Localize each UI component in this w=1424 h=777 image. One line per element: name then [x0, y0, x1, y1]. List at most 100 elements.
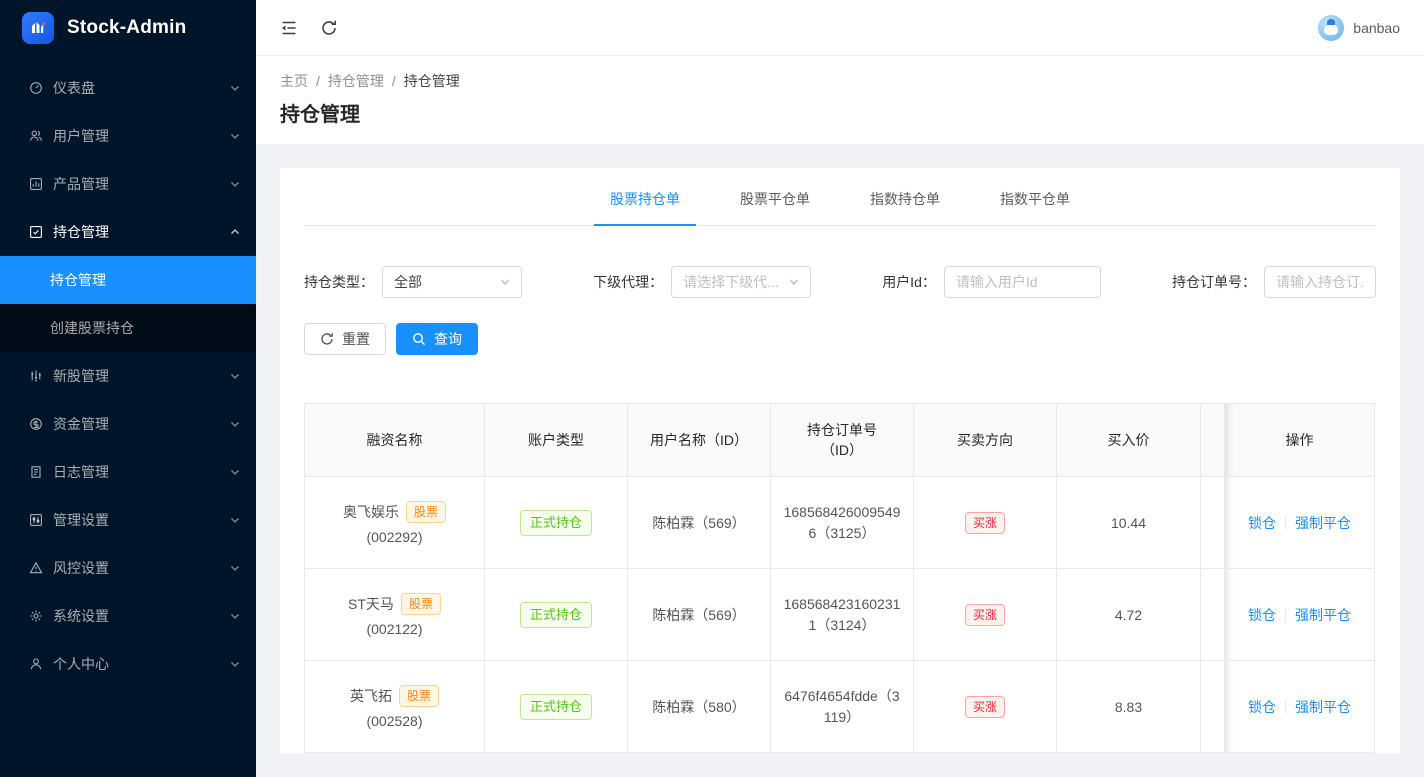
- cell-account-type: [485, 753, 628, 754]
- filter-sub-agent: 下级代理： 请选择下级代...: [593, 266, 811, 298]
- action-link-强制平仓[interactable]: 强制平仓: [1295, 513, 1351, 533]
- caret-up-icon: [230, 227, 240, 237]
- column-header: 账户类型: [485, 404, 628, 477]
- sidebar-item-dashboard[interactable]: 仪表盘: [0, 64, 256, 112]
- stock-type-tag: 股票: [401, 593, 441, 615]
- cell-spacer: [1201, 753, 1225, 754]
- reset-button[interactable]: 重置: [304, 323, 386, 355]
- action-link-锁仓[interactable]: 锁仓: [1248, 513, 1276, 533]
- breadcrumb-item[interactable]: 持仓管理: [328, 71, 384, 91]
- query-button[interactable]: 查询: [396, 323, 478, 355]
- sidebar-item-label: 个人中心: [53, 654, 230, 674]
- caret-down-icon: [230, 179, 240, 189]
- sidebar-item-products[interactable]: 产品管理: [0, 160, 256, 208]
- action-link-锁仓[interactable]: 锁仓: [1248, 605, 1276, 625]
- position-type-select[interactable]: 全部: [382, 266, 522, 298]
- breadcrumb-separator: /: [316, 73, 320, 89]
- sidebar-item-risk[interactable]: 风控设置: [0, 544, 256, 592]
- tabs-bar: 股票持仓单股票平仓单指数持仓单指数平仓单: [304, 168, 1376, 226]
- sidebar-submenu: 持仓管理创建股票持仓: [0, 256, 256, 352]
- cell-actions: 锁仓强制平仓: [1225, 569, 1375, 661]
- sidebar-item-label: 产品管理: [53, 174, 230, 194]
- content: 股票持仓单股票平仓单指数持仓单指数平仓单 持仓类型： 全部 下级代理： 请选择下…: [256, 144, 1424, 777]
- caret-down-icon: [230, 371, 240, 381]
- sub-agent-label: 下级代理：: [593, 272, 663, 292]
- cell-direction: 买涨: [914, 661, 1057, 753]
- sidebar-item-funds[interactable]: 资金管理: [0, 400, 256, 448]
- cell-account-type: 正式持仓: [485, 661, 628, 753]
- refresh-icon[interactable]: [320, 19, 338, 37]
- menu-fold-icon[interactable]: [280, 19, 298, 37]
- app-title: Stock-Admin: [67, 17, 186, 39]
- cell-account-type: 正式持仓: [485, 477, 628, 569]
- sub-agent-select[interactable]: 请选择下级代...: [671, 266, 811, 298]
- sidebar-item-positions[interactable]: 持仓管理: [0, 208, 256, 256]
- submenu-item[interactable]: 持仓管理: [0, 256, 256, 304]
- column-header: [1201, 404, 1225, 477]
- chevron-down-icon: [500, 277, 510, 287]
- direction-tag: 买涨: [965, 512, 1005, 534]
- cell-account-type: 正式持仓: [485, 569, 628, 661]
- column-header: 买入价: [1057, 404, 1201, 477]
- sidebar-item-label: 资金管理: [53, 414, 230, 434]
- action-divider: [1285, 608, 1286, 622]
- action-link-强制平仓[interactable]: 强制平仓: [1295, 605, 1351, 625]
- sidebar-item-users[interactable]: 用户管理: [0, 112, 256, 160]
- cell-order-no: 1685684260095496（3125）: [771, 477, 914, 569]
- position-type-label: 持仓类型：: [304, 272, 374, 292]
- sidebar-item-profile[interactable]: 个人中心: [0, 640, 256, 688]
- cell-actions: 锁仓强制平仓: [1225, 477, 1375, 569]
- action-divider: [1285, 516, 1286, 530]
- logs-icon: [29, 465, 43, 479]
- cell-stock-name: 奥飞娱乐股票(002292): [305, 477, 485, 569]
- action-link-强制平仓[interactable]: 强制平仓: [1295, 697, 1351, 717]
- stock-code: (002528): [313, 713, 476, 729]
- sidebar-item-system[interactable]: 系统设置: [0, 592, 256, 640]
- breadcrumb: 主页/持仓管理/持仓管理: [280, 71, 1400, 91]
- sidebar-item-label: 管理设置: [53, 510, 230, 530]
- positions-table: 融资名称账户类型用户名称（ID）持仓订单号（ID）买卖方向买入价操作 奥飞娱乐股…: [304, 403, 1376, 753]
- action-divider: [1285, 700, 1286, 714]
- app-logo-icon: [22, 12, 54, 44]
- position-type-value: 全部: [394, 272, 422, 292]
- user-id-input[interactable]: [944, 266, 1101, 298]
- breadcrumb-separator: /: [392, 73, 396, 89]
- action-link-锁仓[interactable]: 锁仓: [1248, 697, 1276, 717]
- user-menu[interactable]: banbao: [1318, 15, 1400, 41]
- caret-down-icon: [230, 659, 240, 669]
- table-row: ST天马股票(002122)正式持仓陈柏霖（569）16856842316023…: [305, 569, 1375, 661]
- tab-指数持仓单[interactable]: 指数持仓单: [854, 168, 956, 226]
- dashboard-icon: [29, 81, 43, 95]
- filters: 持仓类型： 全部 下级代理： 请选择下级代...: [304, 266, 1376, 298]
- breadcrumb-item[interactable]: 主页: [280, 71, 308, 91]
- topbar: banbao: [256, 0, 1424, 56]
- submenu-item[interactable]: 创建股票持仓: [0, 304, 256, 352]
- profile-icon: [29, 657, 43, 671]
- tab-股票持仓单[interactable]: 股票持仓单: [594, 168, 696, 226]
- sidebar-item-logs[interactable]: 日志管理: [0, 448, 256, 496]
- cell-stock-name: [305, 753, 485, 754]
- order-no-input[interactable]: [1264, 266, 1376, 298]
- column-header: 买卖方向: [914, 404, 1057, 477]
- sub-agent-placeholder: 请选择下级代...: [683, 272, 779, 292]
- stock-name: 英飞拓: [350, 686, 392, 706]
- tab-股票平仓单[interactable]: 股票平仓单: [724, 168, 826, 226]
- sidebar-item-ipo[interactable]: 新股管理: [0, 352, 256, 400]
- filter-user-id: 用户Id：: [882, 266, 1101, 298]
- caret-down-icon: [230, 611, 240, 621]
- cell-direction: [914, 753, 1057, 754]
- order-no-label: 持仓订单号：: [1172, 272, 1256, 292]
- cell-spacer: [1201, 661, 1225, 753]
- cell-user: 陈柏霖（569）: [628, 477, 771, 569]
- filter-order-no: 持仓订单号：: [1172, 266, 1376, 298]
- cell-user: 陈柏霖（580）: [628, 661, 771, 753]
- user-id-label: 用户Id：: [882, 272, 936, 292]
- cell-buy-price: [1057, 753, 1201, 754]
- account-type-tag: 正式持仓: [520, 694, 592, 720]
- sidebar-item-admin-settings[interactable]: 管理设置: [0, 496, 256, 544]
- cell-order-no: [771, 753, 914, 754]
- filter-actions: 重置 查询: [304, 323, 1376, 355]
- app-logo[interactable]: Stock-Admin: [0, 0, 256, 56]
- ipo-icon: [29, 369, 43, 383]
- tab-指数平仓单[interactable]: 指数平仓单: [984, 168, 1086, 226]
